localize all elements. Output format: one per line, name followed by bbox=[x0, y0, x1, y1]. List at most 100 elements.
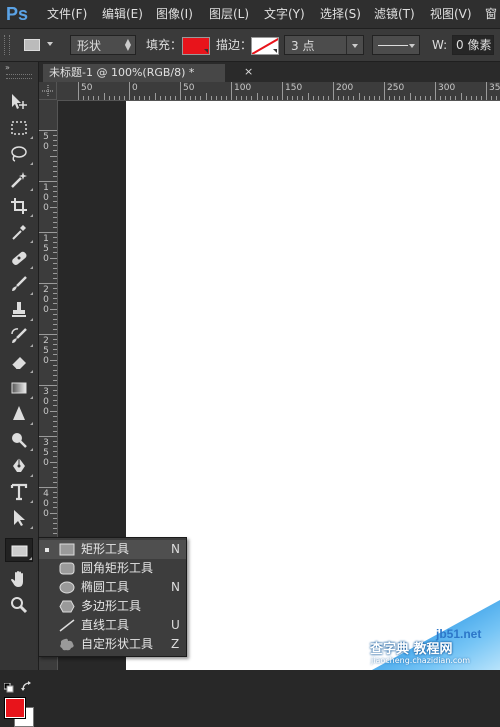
menu-layer[interactable]: 图层(L) bbox=[209, 0, 249, 28]
ruler-minor-tick bbox=[470, 96, 472, 100]
ruler-minor-tick bbox=[215, 96, 217, 100]
move-tool-icon[interactable] bbox=[5, 90, 33, 114]
document-tab[interactable]: 未标题-1 @ 100%(RGB/8) * bbox=[43, 64, 225, 82]
path-selection-tool-icon[interactable] bbox=[5, 506, 33, 530]
custom-shape-icon bbox=[60, 638, 74, 651]
line-icon bbox=[59, 619, 75, 632]
flyout-shortcut: Z bbox=[171, 637, 180, 651]
menu-file[interactable]: 文件(F) bbox=[47, 0, 87, 28]
ruler-major-tick bbox=[282, 82, 283, 100]
stroke-width-field[interactable]: 3 点 bbox=[284, 35, 364, 55]
ruler-major-tick bbox=[129, 82, 130, 100]
ruler-major-tick bbox=[39, 385, 57, 386]
ruler-minor-tick bbox=[50, 512, 57, 514]
ruler-minor-tick bbox=[53, 471, 57, 473]
gradient-tool-icon[interactable] bbox=[5, 376, 33, 400]
ruler-minor-tick bbox=[53, 288, 57, 290]
fill-color-swatch[interactable] bbox=[182, 37, 210, 55]
ruler-minor-tick bbox=[302, 96, 304, 100]
eyedropper-tool-icon[interactable] bbox=[5, 220, 33, 244]
width-input[interactable]: 0 像素 bbox=[452, 35, 494, 55]
flyout-polygon-tool[interactable]: 多边形工具 bbox=[39, 597, 186, 616]
tool-preset-rectangle-icon[interactable] bbox=[24, 39, 40, 51]
stroke-width-dropdown-icon[interactable] bbox=[346, 36, 363, 54]
ruler-minor-tick bbox=[53, 354, 57, 356]
hand-tool-icon[interactable] bbox=[5, 567, 33, 591]
clone-stamp-tool-icon[interactable] bbox=[5, 298, 33, 322]
eraser-tool-icon[interactable] bbox=[5, 350, 33, 374]
ruler-minor-tick bbox=[53, 191, 57, 193]
flyout-rounded-rectangle-tool[interactable]: 圆角矩形工具 bbox=[39, 559, 186, 578]
type-tool-icon[interactable] bbox=[5, 480, 33, 504]
ruler-minor-tick bbox=[424, 96, 426, 100]
blur-tool-icon[interactable] bbox=[5, 402, 33, 426]
close-document-icon[interactable]: × bbox=[244, 65, 253, 79]
ruler-label: 100 bbox=[234, 83, 252, 93]
menu-edit[interactable]: 编辑(E) bbox=[102, 0, 143, 28]
ruler-minor-tick bbox=[53, 481, 57, 483]
dodge-tool-icon[interactable] bbox=[5, 428, 33, 452]
history-brush-tool-icon[interactable] bbox=[5, 324, 33, 348]
brush-tool-icon[interactable] bbox=[5, 272, 33, 296]
flyout-label: 椭圆工具 bbox=[81, 580, 130, 594]
ruler-minor-tick bbox=[312, 96, 314, 100]
ruler-minor-tick bbox=[53, 532, 57, 534]
crop-tool-icon[interactable] bbox=[5, 194, 33, 218]
menu-filter[interactable]: 滤镜(T) bbox=[374, 0, 415, 28]
stroke-color-swatch[interactable] bbox=[251, 37, 279, 55]
collapse-panel-icon[interactable]: » bbox=[5, 63, 10, 72]
menu-select[interactable]: 选择(S) bbox=[320, 0, 361, 28]
shape-mode-select[interactable]: 形状 ▲ ▼ bbox=[70, 35, 136, 55]
flyout-rectangle-tool[interactable]: 矩形工具 N bbox=[39, 540, 186, 559]
magic-wand-tool-icon[interactable] bbox=[5, 168, 33, 192]
ruler-major-tick bbox=[180, 82, 181, 100]
stroke-type-select[interactable] bbox=[372, 35, 420, 55]
ruler-minor-tick bbox=[53, 318, 57, 320]
ruler-minor-tick bbox=[103, 93, 105, 100]
flyout-label: 矩形工具 bbox=[81, 542, 130, 556]
pen-tool-icon[interactable] bbox=[5, 454, 33, 478]
ruler-minor-tick bbox=[378, 96, 380, 100]
ruler-minor-tick bbox=[53, 349, 57, 351]
tools-panel: » bbox=[0, 62, 39, 727]
chevron-down-icon bbox=[409, 44, 415, 48]
flyout-custom-shape-tool[interactable]: 自定形状工具 Z bbox=[39, 635, 186, 654]
width-label: W: bbox=[432, 38, 448, 52]
panel-grip[interactable] bbox=[6, 74, 32, 79]
document-tab-bar: 未标题-1 @ 100%(RGB/8) * × bbox=[39, 62, 500, 82]
menu-window[interactable]: 窗 bbox=[485, 0, 497, 28]
swap-colors-icon[interactable] bbox=[21, 681, 32, 692]
zoom-tool-icon[interactable] bbox=[5, 593, 33, 617]
ruler-minor-tick bbox=[169, 96, 171, 100]
ruler-minor-tick bbox=[53, 497, 57, 499]
ruler-label: 0 bbox=[132, 83, 138, 93]
ruler-minor-tick bbox=[404, 96, 406, 100]
rectangle-tool-icon[interactable] bbox=[5, 538, 33, 562]
ruler-origin[interactable] bbox=[39, 82, 57, 100]
ruler-major-tick bbox=[231, 82, 232, 100]
ruler-minor-tick bbox=[236, 96, 238, 100]
menu-type[interactable]: 文字(Y) bbox=[264, 0, 305, 28]
ruler-minor-tick bbox=[98, 96, 100, 100]
ruler-minor-tick bbox=[50, 257, 57, 259]
ruler-minor-tick bbox=[460, 93, 462, 100]
flyout-ellipse-tool[interactable]: 椭圆工具 N bbox=[39, 578, 186, 597]
marquee-tool-icon[interactable] bbox=[5, 116, 33, 140]
healing-brush-tool-icon[interactable] bbox=[5, 246, 33, 270]
ruler-minor-tick bbox=[271, 96, 273, 100]
default-colors-icon[interactable] bbox=[3, 682, 14, 693]
ruler-minor-tick bbox=[190, 96, 192, 100]
ruler-minor-tick bbox=[113, 96, 115, 100]
flyout-shortcut: U bbox=[171, 618, 180, 632]
tool-preset-caret-icon[interactable] bbox=[47, 42, 53, 46]
ruler-minor-tick bbox=[491, 96, 493, 100]
options-grip[interactable] bbox=[4, 35, 10, 55]
ruler-minor-tick bbox=[53, 390, 57, 392]
foreground-color-swatch[interactable] bbox=[5, 698, 25, 718]
menu-image[interactable]: 图像(I) bbox=[156, 0, 193, 28]
menu-view[interactable]: 视图(V) bbox=[430, 0, 472, 28]
ruler-minor-tick bbox=[53, 374, 57, 376]
ruler-minor-tick bbox=[123, 96, 125, 100]
flyout-line-tool[interactable]: 直线工具 U bbox=[39, 616, 186, 635]
lasso-tool-icon[interactable] bbox=[5, 142, 33, 166]
